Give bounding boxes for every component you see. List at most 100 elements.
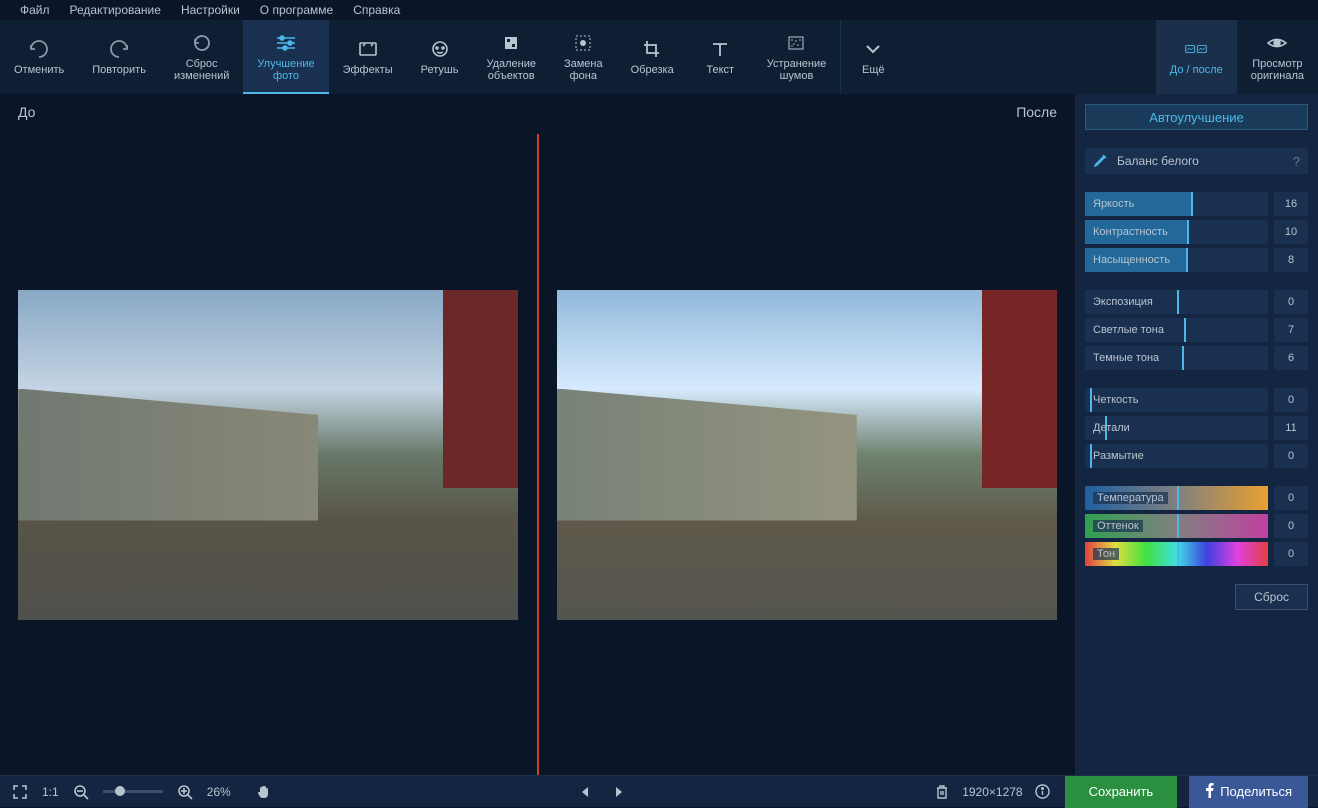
reset-button[interactable]: Сброс	[1235, 584, 1308, 610]
hue-value: 0	[1274, 542, 1308, 566]
brightness-slider[interactable]: Яркость16	[1085, 192, 1308, 216]
save-button[interactable]: Сохранить	[1065, 776, 1178, 808]
menu-edit[interactable]: Редактирование	[60, 3, 171, 17]
menu-help[interactable]: Справка	[343, 3, 410, 17]
eyedropper-icon[interactable]	[1093, 153, 1107, 170]
effects-label: Эффекты	[343, 64, 393, 76]
exposure-slider[interactable]: Экспозиция0	[1085, 290, 1308, 314]
reset-changes-button[interactable]: Сброс изменений	[160, 20, 243, 94]
menu-settings[interactable]: Настройки	[171, 3, 250, 17]
preview-after	[539, 134, 1076, 775]
zoom-value: 26%	[207, 785, 231, 799]
share-button[interactable]: Поделиться	[1189, 776, 1308, 808]
eye-icon	[1266, 32, 1288, 54]
background-icon	[572, 32, 594, 54]
saturation-slider[interactable]: Насыщенность8	[1085, 248, 1308, 272]
remove-objects-label: Удаление объектов	[486, 58, 536, 82]
slider-group-basic: Яркость16 Контрастность10 Насыщенность8	[1085, 192, 1308, 272]
slider-group-detail: Четкость0 Детали11 Размытие0	[1085, 388, 1308, 468]
blur-slider[interactable]: Размытие0	[1085, 444, 1308, 468]
sharpness-value: 0	[1274, 388, 1308, 412]
denoise-button[interactable]: Устранение шумов	[753, 20, 841, 94]
highlights-value: 7	[1274, 318, 1308, 342]
info-icon[interactable]	[1033, 782, 1053, 802]
noise-icon	[785, 32, 807, 54]
compare-icon	[1185, 38, 1207, 60]
after-image	[557, 290, 1057, 620]
redo-button[interactable]: Повторить	[78, 20, 160, 94]
crop-button[interactable]: Обрезка	[617, 20, 688, 94]
shadows-slider[interactable]: Темные тона6	[1085, 346, 1308, 370]
facebook-icon	[1205, 782, 1214, 801]
sliders-icon	[275, 32, 297, 54]
text-icon	[709, 38, 731, 60]
view-original-button[interactable]: Просмотр оригинала	[1237, 20, 1318, 94]
undo-icon	[28, 38, 50, 60]
reset-icon	[191, 32, 213, 54]
tint-value: 0	[1274, 514, 1308, 538]
hand-icon[interactable]	[253, 782, 273, 802]
more-button[interactable]: Ещё	[840, 20, 905, 94]
brightness-value: 16	[1274, 192, 1308, 216]
auto-enhance-button[interactable]: Автоулучшение	[1085, 104, 1308, 130]
prev-icon[interactable]	[575, 782, 595, 802]
undo-button[interactable]: Отменить	[0, 20, 78, 94]
exposure-value: 0	[1274, 290, 1308, 314]
details-slider[interactable]: Детали11	[1085, 416, 1308, 440]
preview-before	[0, 134, 537, 775]
menubar: Файл Редактирование Настройки О программ…	[0, 0, 1318, 20]
fit-label[interactable]: 1:1	[42, 785, 59, 799]
remove-objects-button[interactable]: Удаление объектов	[472, 20, 550, 94]
temperature-value: 0	[1274, 486, 1308, 510]
effects-button[interactable]: Эффекты	[329, 20, 407, 94]
crop-label: Обрезка	[631, 64, 674, 76]
highlights-slider[interactable]: Светлые тона7	[1085, 318, 1308, 342]
view-original-label: Просмотр оригинала	[1251, 58, 1304, 82]
after-label: После	[1016, 104, 1057, 120]
temperature-slider[interactable]: Температура0	[1085, 486, 1308, 510]
menu-file[interactable]: Файл	[10, 3, 60, 17]
tint-slider[interactable]: Оттенок0	[1085, 514, 1308, 538]
contrast-value: 10	[1274, 220, 1308, 244]
sharpness-slider[interactable]: Четкость0	[1085, 388, 1308, 412]
before-image	[18, 290, 518, 620]
shadows-value: 6	[1274, 346, 1308, 370]
toolbar: Отменить Повторить Сброс изменений Улучш…	[0, 20, 1318, 94]
workspace: До После Автоулучшение Баланс белого ? Я…	[0, 94, 1318, 775]
help-icon[interactable]: ?	[1293, 154, 1300, 169]
retouch-label: Ретушь	[421, 64, 459, 76]
text-button[interactable]: Текст	[688, 20, 753, 94]
details-value: 11	[1274, 416, 1308, 440]
zoom-out-icon[interactable]	[71, 782, 91, 802]
effects-icon	[357, 38, 379, 60]
slider-group-tone: Экспозиция0 Светлые тона7 Темные тона6	[1085, 290, 1308, 370]
more-label: Ещё	[862, 64, 885, 76]
replace-bg-button[interactable]: Замена фона	[550, 20, 617, 94]
undo-label: Отменить	[14, 64, 64, 76]
redo-label: Повторить	[92, 64, 146, 76]
before-after-button[interactable]: До / после	[1156, 20, 1237, 94]
denoise-label: Устранение шумов	[767, 58, 827, 82]
retouch-button[interactable]: Ретушь	[407, 20, 473, 94]
before-label: До	[18, 104, 35, 120]
fullscreen-icon[interactable]	[10, 782, 30, 802]
trash-icon[interactable]	[932, 782, 952, 802]
hue-slider[interactable]: Тон0	[1085, 542, 1308, 566]
enhance-label: Улучшение фото	[257, 58, 314, 82]
bottombar: 1:1 26% 1920×1278 Сохранить Поделиться	[0, 775, 1318, 807]
zoom-in-icon[interactable]	[175, 782, 195, 802]
enhance-button[interactable]: Улучшение фото	[243, 20, 328, 94]
menu-about[interactable]: О программе	[250, 3, 343, 17]
dimensions-label: 1920×1278	[962, 785, 1022, 799]
contrast-slider[interactable]: Контрастность10	[1085, 220, 1308, 244]
adjustments-panel: Автоулучшение Баланс белого ? Яркость16 …	[1075, 94, 1318, 775]
white-balance-row[interactable]: Баланс белого ?	[1085, 148, 1308, 174]
crop-icon	[641, 38, 663, 60]
redo-icon	[108, 38, 130, 60]
replace-bg-label: Замена фона	[564, 58, 603, 82]
text-label: Текст	[706, 64, 734, 76]
next-icon[interactable]	[609, 782, 629, 802]
zoom-slider[interactable]	[103, 790, 163, 793]
erase-icon	[500, 32, 522, 54]
share-label: Поделиться	[1220, 784, 1292, 799]
